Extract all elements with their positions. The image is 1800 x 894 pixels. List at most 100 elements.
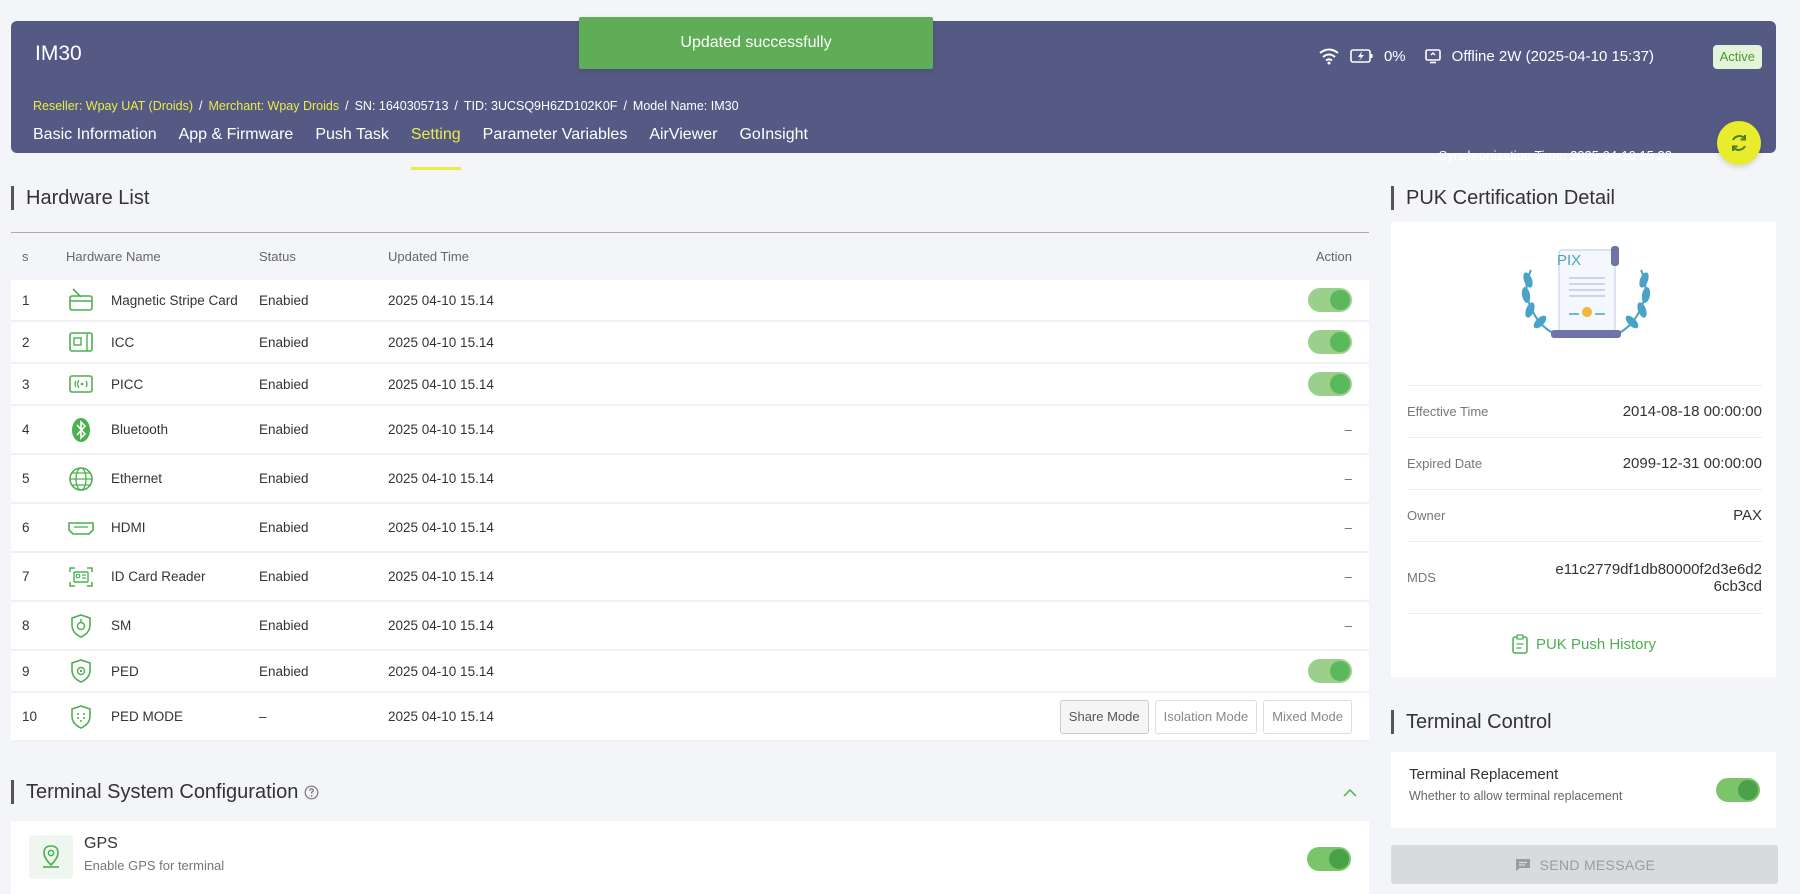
hardware-updated-time: 2025 04-10 15.14 — [388, 520, 494, 535]
hardware-updated-time: 2025 04-10 15.14 — [388, 292, 494, 308]
chevron-up-icon[interactable] — [1342, 788, 1358, 798]
hardware-updated-time: 2025 04-10 15.14 — [388, 709, 494, 724]
message-icon — [1515, 858, 1530, 871]
col-hardware-name: Hardware Name — [66, 249, 161, 264]
gps-toggle[interactable] — [1307, 847, 1351, 871]
tab-app-firmware[interactable]: App & Firmware — [179, 126, 294, 170]
expired-date-value: 2099-12-31 00:00:00 — [1622, 455, 1762, 472]
action-none: – — [1344, 618, 1352, 633]
table-row: 6 HDMI Enabied 2025 04-10 15.14 – — [11, 504, 1369, 553]
reseller-link[interactable]: Reseller: Wpay UAT (Droids) — [33, 99, 193, 113]
row-index: 8 — [22, 618, 30, 633]
tab-setting[interactable]: Setting — [410, 126, 461, 170]
hardware-name: Ethernet — [111, 471, 163, 486]
hardware-table: s Hardware Name Status Updated Time Acti… — [11, 232, 1369, 742]
wifi-icon — [1319, 48, 1339, 65]
keypad-shield-icon — [66, 702, 96, 732]
table-header: s Hardware Name Status Updated Time Acti… — [11, 232, 1369, 280]
device-title: IM30 — [35, 42, 82, 65]
hardware-status: Enabied — [259, 569, 309, 584]
table-row: 4 Bluetooth Enabied 2025 04-10 15.14 – — [11, 406, 1369, 455]
hardware-name: ID Card Reader — [111, 569, 206, 584]
hardware-status: – — [259, 709, 267, 724]
hardware-status: Enabied — [259, 618, 309, 633]
tab-basic-information[interactable]: Basic Information — [33, 126, 157, 170]
table-row: 7 ID Card Reader Enabied 2025 04-10 15.1… — [11, 553, 1369, 602]
hardware-toggle[interactable] — [1308, 659, 1352, 683]
battery-level: 0% — [1383, 47, 1406, 65]
mixed-mode-button[interactable]: Mixed Mode — [1263, 699, 1352, 734]
merchant-link[interactable]: Merchant: Wpay Droids — [208, 99, 339, 113]
md5-value: e11c2779df1db80000f2d3e6d2 6cb3cd — [1555, 561, 1762, 595]
send-message-label: SEND MESSAGE — [1539, 856, 1656, 873]
terminal-replacement-toggle[interactable] — [1716, 778, 1760, 802]
hardware-status: Enabied — [259, 471, 309, 486]
card-swipe-icon — [66, 285, 96, 315]
table-row: 2 ICC Enabied 2025 04-10 15.14 — [11, 322, 1369, 364]
hardware-toggle[interactable] — [1308, 372, 1352, 396]
gps-title: GPS — [84, 835, 118, 852]
share-mode-button[interactable]: Share Mode — [1059, 699, 1149, 734]
action-none: – — [1344, 569, 1352, 584]
send-message-button[interactable]: SEND MESSAGE — [1391, 845, 1778, 884]
hardware-updated-time: 2025 04-10 15.14 — [388, 663, 494, 679]
action-none: – — [1344, 422, 1352, 437]
refresh-icon — [1732, 135, 1746, 151]
sync-time: Synchronization Time: 2025 04-10 15.22 — [1438, 148, 1672, 163]
row-index: 4 — [22, 422, 30, 437]
monitor-icon — [1424, 49, 1441, 64]
model-name: Model Name: IM30 — [632, 99, 739, 113]
hardware-name: SM — [111, 618, 132, 633]
terminal-replacement-title: Terminal Replacement — [1409, 766, 1559, 783]
online-status: Offline 2W (2025-04-10 15:37) — [1451, 47, 1654, 65]
puk-push-history-link[interactable]: PUK Push History — [1391, 634, 1776, 654]
md5-value-line-1: e11c2779df1db80000f2d3e6d2 — [1555, 560, 1762, 578]
tab-parameter-variables[interactable]: Parameter Variables — [483, 126, 628, 170]
hardware-updated-time: 2025 04-10 15.14 — [388, 376, 494, 392]
id-card-icon — [66, 562, 96, 592]
hardware-list-title: Hardware List — [11, 186, 149, 210]
hardware-name: Magnetic Stripe Card — [111, 292, 238, 308]
hardware-updated-time: 2025 04-10 15.14 — [388, 422, 494, 437]
tab-push-task[interactable]: Push Task — [315, 126, 389, 170]
puk-owner-row: Owner PAX — [1407, 489, 1762, 541]
table-row: 1 Magnetic Stripe Card Enabied 2025 04-1… — [11, 280, 1369, 322]
gps-setting-card: GPS Enable GPS for terminal — [11, 821, 1369, 894]
hardware-name: HDMI — [111, 520, 146, 535]
tab-airviewer[interactable]: AirViewer — [649, 126, 717, 170]
sync-button[interactable] — [1717, 121, 1761, 165]
isolation-mode-button[interactable]: Isolation Mode — [1154, 699, 1258, 734]
table-row: 8 SM Enabied 2025 04-10 15.14 – — [11, 602, 1369, 651]
device-tabs: Basic Information App & Firmware Push Ta… — [33, 126, 830, 176]
hardware-name: ICC — [111, 334, 135, 350]
clipboard-icon — [1512, 634, 1528, 654]
status-badge: Active — [1712, 45, 1762, 69]
help-icon[interactable] — [304, 785, 319, 800]
hardware-name: PED MODE — [111, 709, 184, 724]
tab-goinsight[interactable]: GoInsight — [739, 126, 807, 170]
globe-icon — [66, 464, 96, 494]
hdmi-icon — [66, 513, 96, 543]
serial-number: SN: 1640305713 — [354, 99, 449, 113]
location-pin-icon — [29, 835, 73, 879]
effective-time-value: 2014-08-18 00:00:00 — [1622, 403, 1762, 420]
security-module-icon — [66, 611, 96, 641]
hardware-toggle[interactable] — [1308, 288, 1352, 312]
hardware-status: Enabied — [259, 334, 309, 350]
hardware-updated-time: 2025 04-10 15.14 — [388, 569, 494, 584]
row-index: 5 — [22, 471, 30, 486]
shield-icon — [66, 656, 96, 686]
table-row: 9 PED Enabied 2025 04-10 15.14 — [11, 651, 1369, 693]
row-index: 1 — [22, 292, 30, 308]
hardware-status: Enabied — [259, 663, 309, 679]
hardware-status: Enabied — [259, 376, 309, 392]
certificate-illustration-label: PIX — [1557, 252, 1582, 269]
row-index: 3 — [22, 376, 30, 392]
table-row: 3 PICC Enabied 2025 04-10 15.14 — [11, 364, 1369, 406]
tid: TID: 3UCSQ9H6ZD102K0F — [463, 99, 618, 113]
hardware-updated-time: 2025 04-10 15.14 — [388, 618, 494, 633]
hardware-toggle[interactable] — [1308, 330, 1352, 354]
col-updated-time: Updated Time — [388, 249, 469, 264]
terminal-system-config-title: Terminal System Configuration — [11, 780, 319, 804]
row-index: 7 — [22, 569, 30, 584]
